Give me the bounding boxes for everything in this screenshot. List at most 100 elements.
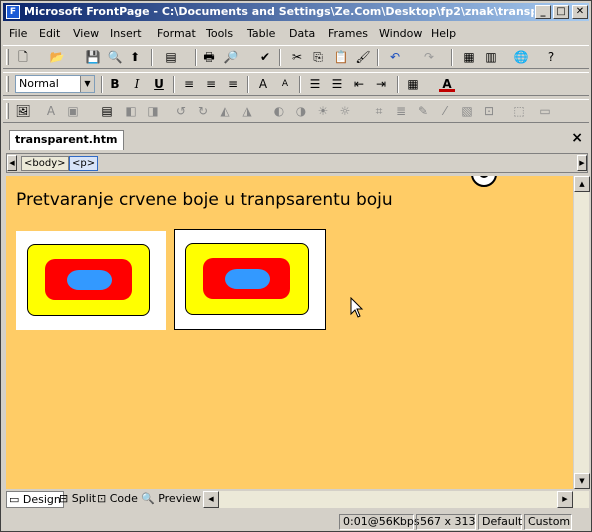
image-original[interactable] [16,231,166,330]
publish-icon[interactable]: ⬆ [127,49,143,65]
menu-insert[interactable]: Insert [110,27,142,40]
save-icon[interactable]: 💾 [85,49,101,65]
open-folder-icon[interactable]: 📂 [49,49,65,65]
chevron-down-icon[interactable]: ▼ [80,76,94,92]
preview-browser-icon[interactable]: 🔎 [223,49,239,65]
scroll-right-icon[interactable]: ▶ [557,491,573,508]
menu-file[interactable]: File [9,27,27,40]
paste-icon[interactable]: 📋 [333,49,349,65]
redo-icon[interactable]: ↷ [421,49,437,65]
rotate-right-icon[interactable]: ↻ [195,103,211,119]
format-painter-icon[interactable]: 🖌 [355,49,371,65]
close-document-icon[interactable]: × [571,130,583,146]
menu-window[interactable]: Window [379,27,422,40]
increase-font-icon[interactable]: A [255,76,271,92]
position-absolutely-icon[interactable]: ▤ [99,103,115,119]
insert-picture-icon[interactable]: 🖼 [15,103,31,119]
numbering-icon[interactable]: ☰ [307,76,323,92]
bevel-icon[interactable]: ▧ [459,103,475,119]
align-left-icon[interactable]: ≡ [181,76,197,92]
font-color-icon[interactable]: A [439,76,455,92]
insert-table-icon[interactable]: ▥ [483,49,499,65]
toolbar-grip[interactable] [6,76,9,92]
menu-edit[interactable]: Edit [39,27,60,40]
underline-button[interactable]: U [151,76,167,92]
tab-split[interactable]: ⊟ Split [57,491,98,508]
menu-help[interactable]: Help [431,27,456,40]
tab-transparent-htm[interactable]: transparent.htm [9,130,124,150]
cut-icon[interactable]: ✂ [289,49,305,65]
spelling-icon[interactable]: ✔ [257,49,273,65]
horizontal-scrollbar[interactable]: ◀ ▶ [203,491,589,508]
design-canvas[interactable]: Pretvaranje crvene boje u tranpsarentu b… [6,176,573,489]
more-brightness-icon[interactable]: ☀ [315,103,331,119]
text-icon[interactable]: A [43,103,59,119]
menu-table[interactable]: Table [247,27,275,40]
image-blue-shape [67,270,112,290]
decrease-indent-icon[interactable]: ⇤ [351,76,367,92]
bring-forward-icon[interactable]: ◧ [123,103,139,119]
print-icon[interactable]: 🖶 [201,49,217,65]
toolbar-grip[interactable] [6,103,9,119]
search-icon[interactable]: 🔍 [107,49,123,65]
menu-frames[interactable]: Frames [328,27,368,40]
auto-thumbnail-icon[interactable]: ▣ [65,103,81,119]
flip-vertical-icon[interactable]: ◮ [239,103,255,119]
menu-data[interactable]: Data [289,27,315,40]
custom-mode[interactable]: Custom [524,514,572,530]
scroll-left-icon[interactable]: ◀ [203,491,219,508]
tag-p[interactable]: <p> [69,156,99,171]
help-icon[interactable]: ? [543,49,559,65]
web-component-icon[interactable]: ▤ [163,49,179,65]
scroll-right-icon[interactable]: ▶ [577,155,587,171]
increase-indent-icon[interactable]: ⇥ [373,76,389,92]
align-center-icon[interactable]: ≡ [203,76,219,92]
resample-icon[interactable]: ⊡ [481,103,497,119]
new-page-icon[interactable]: 🗋 [15,49,31,65]
less-contrast-icon[interactable]: ◑ [293,103,309,119]
flip-horizontal-icon[interactable]: ◭ [217,103,233,119]
bold-button[interactable]: B [107,76,123,92]
doctype-mode[interactable]: Default [478,514,522,530]
tag-body[interactable]: <body> [21,156,69,171]
align-right-icon[interactable]: ≡ [225,76,241,92]
page-heading[interactable]: Pretvaranje crvene boje u tranpsarentu b… [16,190,393,210]
italic-button[interactable]: I [129,76,145,92]
decrease-font-icon[interactable]: A [277,76,293,92]
select-icon[interactable]: ⬚ [511,103,527,119]
tab-code[interactable]: ⊡ Code [95,491,140,508]
send-backward-icon[interactable]: ◨ [145,103,161,119]
tab-design[interactable]: ▭ Design [6,491,64,508]
rotate-left-icon[interactable]: ↺ [173,103,189,119]
more-contrast-icon[interactable]: ◐ [271,103,287,119]
scroll-down-icon[interactable]: ▼ [574,473,590,489]
bullets-icon[interactable]: ☰ [329,76,345,92]
less-brightness-icon[interactable]: ☼ [337,103,353,119]
insert-layer-icon[interactable]: ▦ [461,49,477,65]
image-transparent[interactable] [174,229,326,330]
borders-icon[interactable]: ▦ [405,76,421,92]
scroll-left-icon[interactable]: ◀ [7,155,17,171]
set-transparent-color-icon[interactable]: ✎ [415,103,431,119]
close-button[interactable]: ✕ [572,5,588,19]
line-style-icon[interactable]: ≣ [393,103,409,119]
tab-preview[interactable]: 🔍 Preview [139,491,203,508]
code-snippet-icon[interactable] [471,176,497,187]
page-dimensions[interactable]: 567 x 313 [416,514,476,530]
menu-view[interactable]: View [73,27,99,40]
scroll-up-icon[interactable]: ▲ [574,176,590,192]
toolbar-grip[interactable] [6,49,9,65]
menu-tools[interactable]: Tools [206,27,233,40]
copy-icon[interactable]: ⎘ [310,49,326,65]
hyperlink-icon[interactable]: 🌐 [513,49,529,65]
style-select[interactable]: Normal ▼ [15,75,95,93]
vertical-scrollbar[interactable]: ▲ ▼ [573,176,590,489]
crop-icon[interactable]: ⌗ [371,103,387,119]
title-bar[interactable]: F Microsoft FrontPage - C:\Documents and… [3,3,589,21]
maximize-button[interactable]: □ [553,5,569,19]
menu-format[interactable]: Format [157,27,196,40]
rectangle-hotspot-icon[interactable]: ▭ [537,103,553,119]
color-icon[interactable]: ⁄ [437,103,453,119]
minimize-button[interactable]: _ [535,5,551,19]
undo-icon[interactable]: ↶ [387,49,403,65]
